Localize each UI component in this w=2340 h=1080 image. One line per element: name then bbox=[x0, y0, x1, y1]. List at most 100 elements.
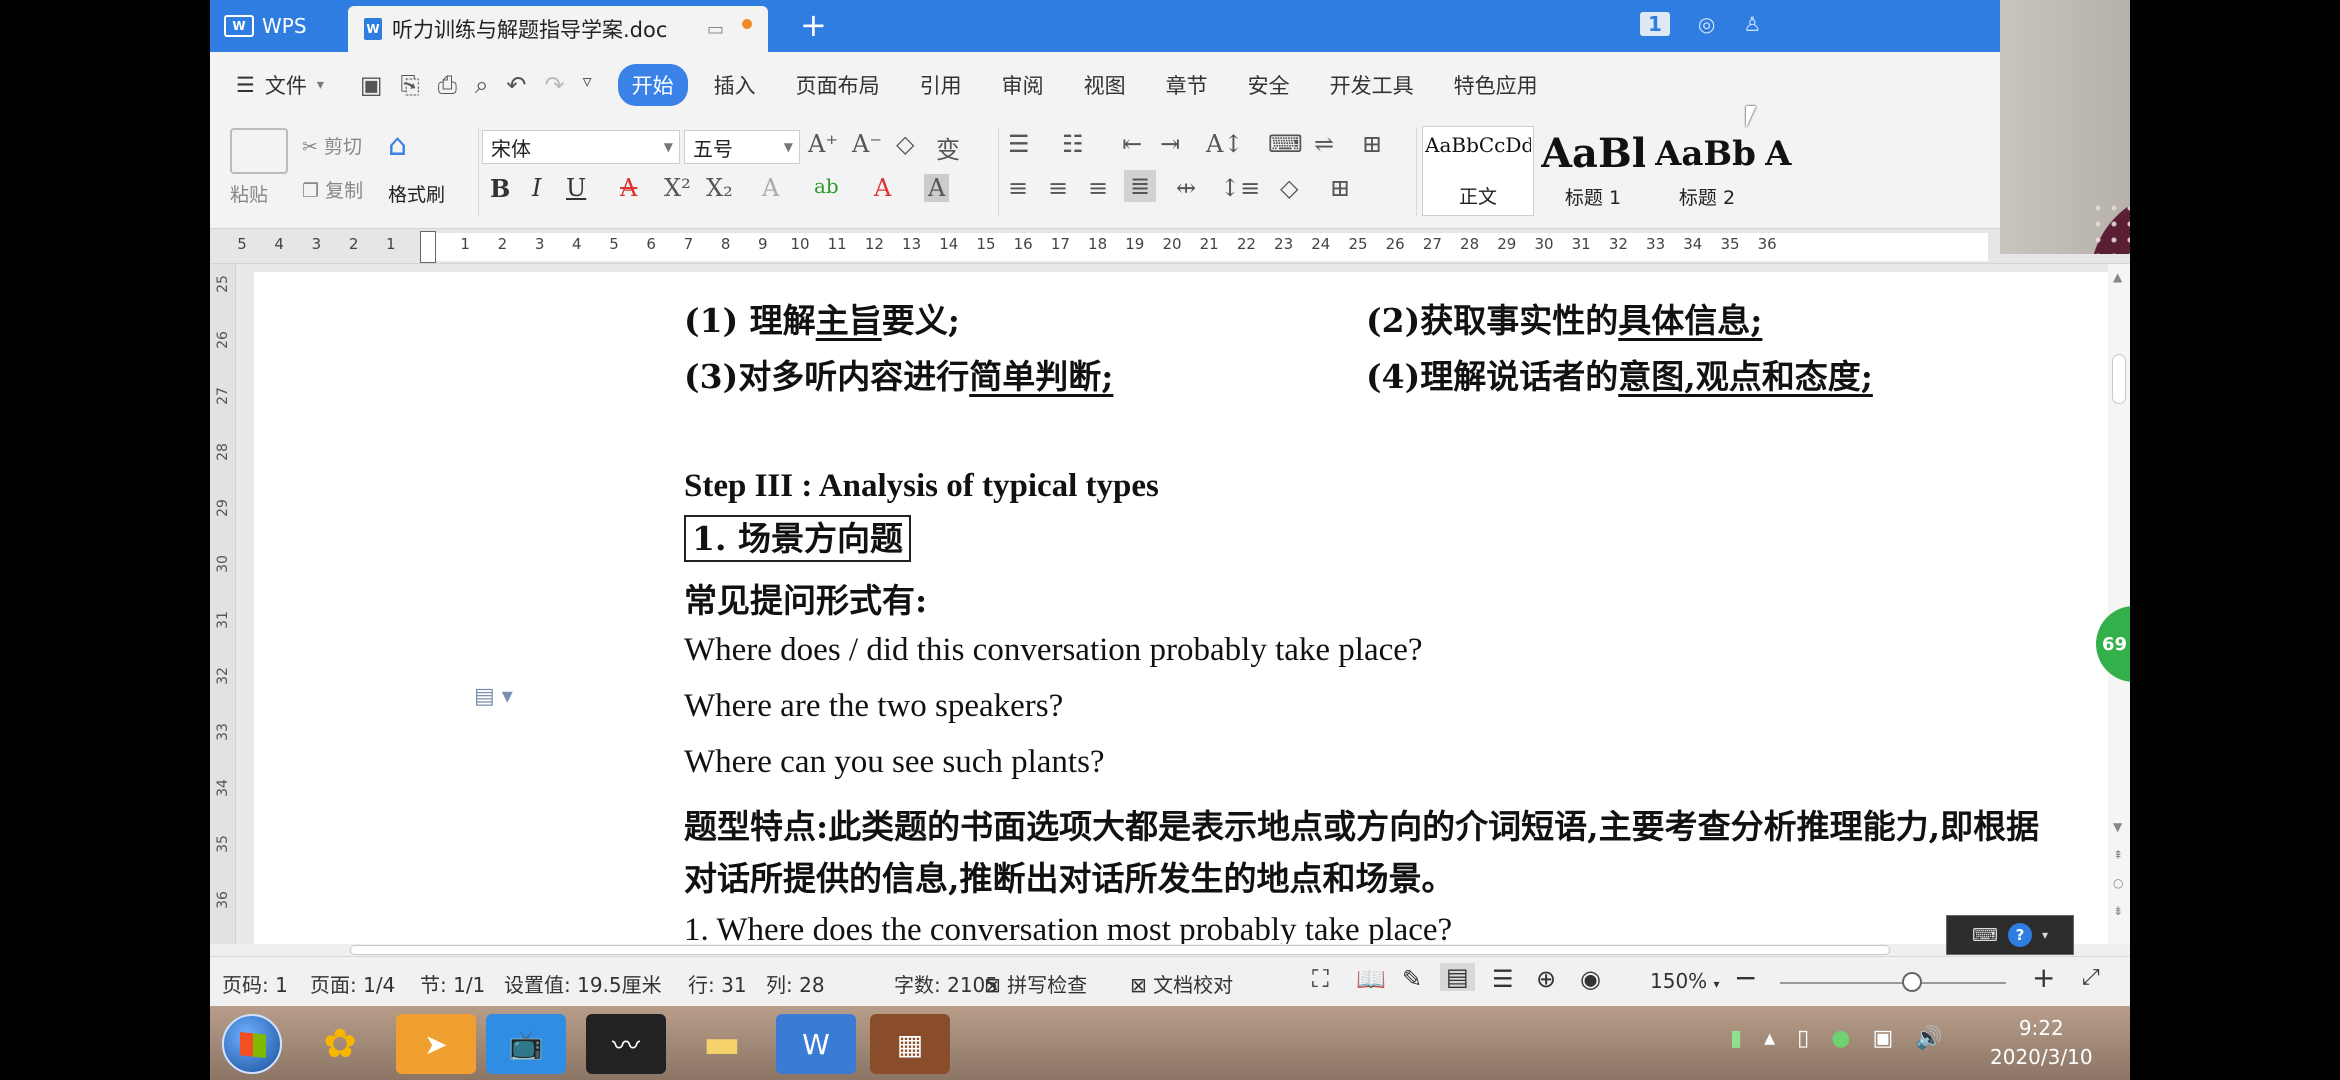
shirt-icon[interactable]: ♙ bbox=[1743, 12, 1761, 36]
font-color-icon[interactable]: A bbox=[874, 174, 891, 202]
numbered-list-icon[interactable]: ☷ bbox=[1062, 130, 1084, 158]
char-shading-icon[interactable]: A bbox=[924, 174, 950, 202]
grow-font-icon[interactable]: A⁺ bbox=[808, 130, 838, 158]
document-page[interactable]: (1) 理解主旨要义; (2)获取事实性的具体信息; (3)对多听内容进行简单判… bbox=[254, 272, 2130, 944]
indent-marker[interactable] bbox=[420, 231, 436, 263]
spell-check-button[interactable]: ⊠ 拼写检查 bbox=[984, 969, 1087, 998]
page-count[interactable]: 页面: 1/4 bbox=[310, 969, 395, 998]
window-count-badge[interactable]: 1 bbox=[1640, 12, 1670, 36]
help-icon[interactable]: ? bbox=[2007, 923, 2032, 947]
show-hidden-icon[interactable]: ▴ bbox=[1764, 1026, 1775, 1051]
increase-indent-icon[interactable]: ⇥ bbox=[1160, 130, 1180, 158]
new-tab-button[interactable]: + bbox=[800, 6, 827, 44]
horizontal-ruler[interactable]: 5 4 3 2 1 1 2 3 4 5 6 7 8 9 10 11 12 13 14 15 16 17 18 19 20 21 22… bbox=[210, 228, 2130, 264]
strikethrough-icon[interactable]: A bbox=[620, 174, 637, 202]
paragraph-layout-icon[interactable]: ▤ ▾ bbox=[474, 684, 513, 709]
web-view-icon[interactable]: ⊕ bbox=[1536, 965, 1556, 993]
start-button[interactable] bbox=[222, 1014, 282, 1074]
outline-view-icon[interactable]: ☰ bbox=[1492, 965, 1514, 993]
tv-player-icon[interactable]: 📺 bbox=[486, 1014, 566, 1074]
font-name-select[interactable]: 宋体 ▼ bbox=[482, 130, 680, 164]
text-effect-icon[interactable]: A bbox=[762, 174, 779, 202]
export-pdf-icon[interactable]: ⎘ bbox=[401, 71, 420, 99]
winrar-icon[interactable]: ▦ bbox=[870, 1014, 950, 1074]
scroll-down-icon[interactable]: ▼ bbox=[2113, 820, 2122, 834]
horizontal-scroll-thumb[interactable] bbox=[350, 945, 1890, 955]
eye-protection-icon[interactable]: ◉ bbox=[1580, 965, 1601, 993]
align-center-icon[interactable]: ≡ bbox=[1048, 174, 1068, 202]
border-icon[interactable]: ⊞ bbox=[1330, 174, 1350, 202]
fit-window-icon[interactable]: ⤢ bbox=[2082, 965, 2100, 990]
zoom-slider[interactable] bbox=[1780, 982, 2006, 984]
copy-button[interactable]: ❐ 复制 bbox=[302, 176, 363, 203]
underline-icon[interactable]: U bbox=[566, 174, 586, 202]
print-preview-icon[interactable]: ⌕ bbox=[475, 71, 488, 99]
style-heading-3[interactable]: A bbox=[1764, 126, 1794, 216]
clear-format-icon[interactable]: ◇ bbox=[896, 130, 914, 158]
chevron-down-icon[interactable]: ▾ bbox=[2042, 928, 2048, 942]
line-break-icon[interactable]: ⇌ bbox=[1314, 130, 1334, 158]
distribute-icon[interactable]: ⇹ bbox=[1176, 174, 1196, 202]
wps-writer-icon[interactable]: W bbox=[776, 1014, 856, 1074]
volume-icon[interactable]: 🔊 bbox=[1915, 1026, 1942, 1051]
prev-page-icon[interactable]: ⇞ bbox=[2113, 848, 2123, 862]
network-icon[interactable]: ▣ bbox=[1872, 1026, 1893, 1051]
paste-icon[interactable] bbox=[230, 128, 288, 174]
reading-mode-icon[interactable]: 📖 bbox=[1356, 965, 1386, 993]
document-tab[interactable]: W 听力训练与解题指导学案.doc ▭ bbox=[348, 6, 768, 52]
app-tray-icon[interactable]: ● bbox=[1831, 1026, 1850, 1051]
battery-icon[interactable]: ▮ bbox=[1730, 1026, 1742, 1051]
customize-icon[interactable]: ▿ bbox=[583, 71, 592, 99]
undo-icon[interactable]: ↶ bbox=[506, 71, 526, 99]
vertical-scrollbar[interactable]: ▲ ▼ ⇞ ○ ⇟ bbox=[2108, 264, 2130, 944]
decrease-indent-icon[interactable]: ⇤ bbox=[1122, 130, 1142, 158]
device-icon[interactable]: ▯ bbox=[1797, 1026, 1809, 1051]
tab-references[interactable]: 引用 bbox=[906, 64, 976, 106]
table-grid-icon[interactable]: ⊞ bbox=[1362, 130, 1382, 158]
page-code[interactable]: 页码: 1 bbox=[222, 969, 288, 998]
scroll-up-icon[interactable]: ▲ bbox=[2113, 270, 2122, 284]
subscript-icon[interactable]: X₂ bbox=[706, 174, 733, 202]
clock[interactable]: 9:22 2020/3/10 bbox=[1990, 1014, 2093, 1072]
text-direction-icon[interactable]: A↕ bbox=[1206, 130, 1243, 158]
setting-value[interactable]: 设置值: 19.5厘米 bbox=[504, 969, 662, 998]
video-editor-icon[interactable]: 〰 bbox=[586, 1014, 666, 1074]
feishu-icon[interactable]: ➤ bbox=[396, 1014, 476, 1074]
tab-home[interactable]: 开始 bbox=[617, 64, 688, 106]
column-position[interactable]: 列: 28 bbox=[766, 969, 825, 998]
next-page-icon[interactable]: ⇟ bbox=[2113, 904, 2123, 918]
shrink-font-icon[interactable]: A⁻ bbox=[852, 130, 882, 158]
zoom-out-icon[interactable]: − bbox=[1734, 961, 1757, 994]
italic-icon[interactable]: I bbox=[532, 174, 541, 202]
input-method-widget[interactable]: ⌨ ? ▾ bbox=[1946, 915, 2074, 955]
superscript-icon[interactable]: X² bbox=[664, 174, 691, 202]
horizontal-scrollbar[interactable] bbox=[210, 944, 2130, 956]
format-painter-button[interactable]: 格式刷 bbox=[388, 180, 445, 207]
doc-check-button[interactable]: ⊠ 文档校对 bbox=[1130, 969, 1233, 998]
tab-view[interactable]: 视图 bbox=[1070, 64, 1140, 106]
style-heading-2[interactable]: AaBb( 标题 2 bbox=[1652, 126, 1762, 216]
paragraph-shading-icon[interactable]: ◇ bbox=[1280, 174, 1298, 202]
line-spacing-icon[interactable]: ↕≡ bbox=[1220, 174, 1260, 202]
phonetic-icon[interactable]: 变 bbox=[936, 130, 960, 165]
wps-home-tab[interactable]: W WPS bbox=[210, 0, 340, 52]
tab-special-apps[interactable]: 特色应用 bbox=[1440, 64, 1552, 106]
align-right-icon[interactable]: ≡ bbox=[1088, 174, 1108, 202]
zoom-slider-knob[interactable] bbox=[1902, 972, 1922, 992]
zoom-in-icon[interactable]: + bbox=[2032, 961, 2055, 994]
word-count[interactable]: 字数: 2105 bbox=[894, 969, 998, 998]
format-painter-icon[interactable]: ⌂ bbox=[388, 128, 407, 163]
style-normal[interactable]: AaBbCcDd 正文 bbox=[1422, 126, 1534, 216]
paste-button[interactable]: 粘贴 bbox=[230, 180, 268, 207]
tab-review[interactable]: 审阅 bbox=[988, 64, 1058, 106]
cut-button[interactable]: ✂ 剪切 bbox=[302, 132, 362, 159]
style-heading-1[interactable]: AaBl 标题 1 bbox=[1538, 126, 1648, 216]
section-count[interactable]: 节: 1/1 bbox=[420, 969, 485, 998]
highlight-icon[interactable]: ab bbox=[814, 174, 839, 198]
save-icon[interactable]: ▣ bbox=[360, 71, 383, 99]
bold-icon[interactable]: B bbox=[490, 174, 510, 203]
tab-security[interactable]: 安全 bbox=[1234, 64, 1304, 106]
tab-developer[interactable]: 开发工具 bbox=[1316, 64, 1428, 106]
font-size-select[interactable]: 五号 ▼ bbox=[684, 130, 800, 164]
app-360-icon[interactable]: ✿ bbox=[300, 1014, 380, 1074]
